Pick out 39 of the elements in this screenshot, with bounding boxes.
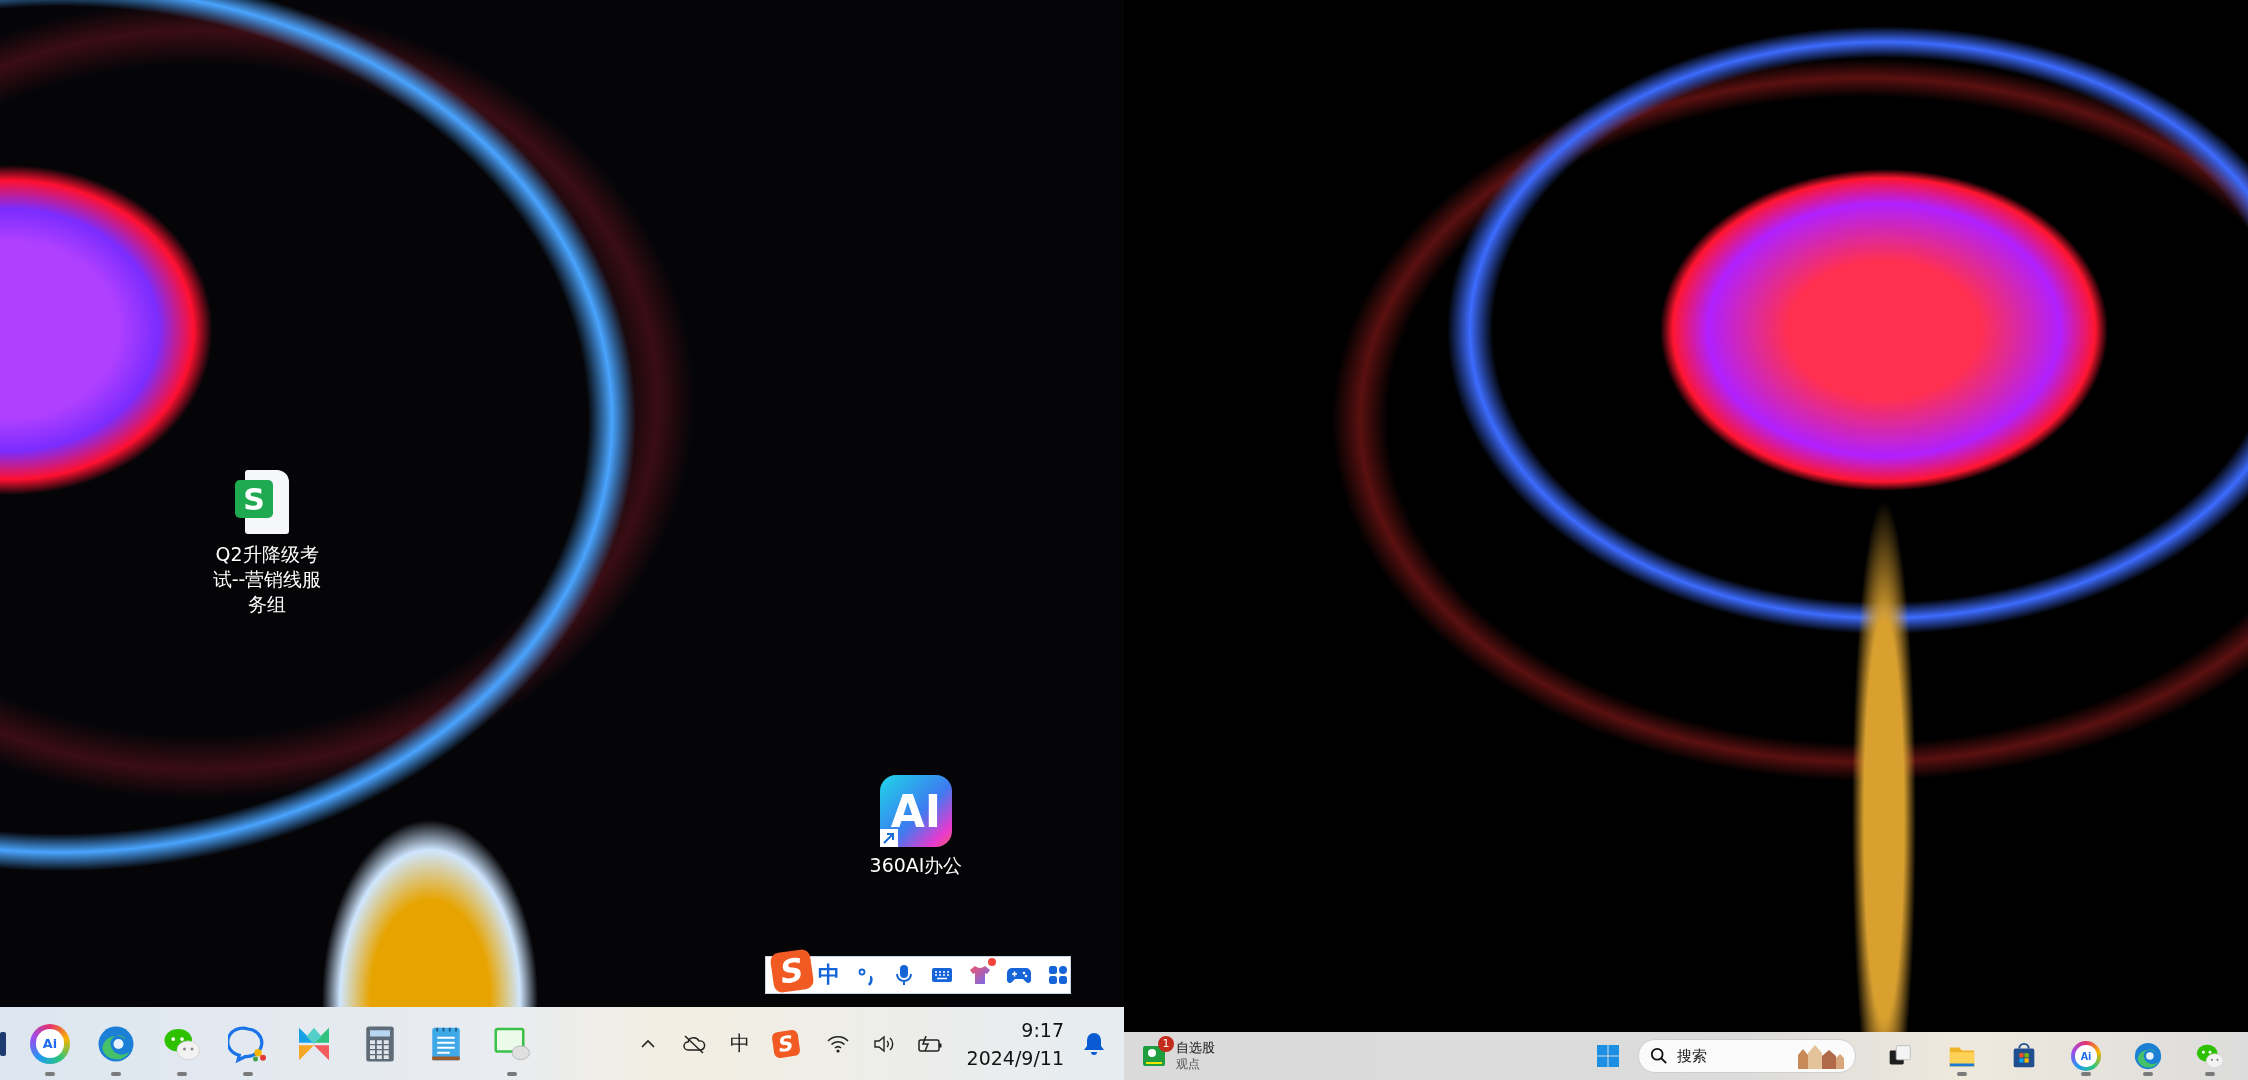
sogou-logo: S — [769, 948, 815, 994]
ai-logo: Ai — [2071, 1041, 2101, 1071]
grid-icon[interactable] — [1046, 963, 1070, 987]
taskbar-app-button[interactable]: Ai — [2058, 1032, 2114, 1080]
widget-subtitle: 观点 — [1176, 1056, 1200, 1072]
running-indicator — [111, 1072, 121, 1076]
notification-badge: 1 — [1158, 1036, 1174, 1052]
search-icon — [1650, 1047, 1668, 1065]
sogou-logo: S — [770, 1028, 801, 1059]
clock-time: 9:17 — [1021, 1017, 1064, 1043]
input-method-indicator[interactable]: 中 — [716, 1023, 763, 1064]
village-drawing — [1796, 1043, 1844, 1069]
speaker-icon[interactable] — [871, 1033, 896, 1054]
t-shirt-icon[interactable] — [968, 963, 992, 987]
ai-logo: Ai — [30, 1023, 70, 1064]
bell-icon[interactable] — [1082, 1030, 1106, 1057]
desktop-icon-label[interactable]: Q2升降级考试--营销线服务组 — [212, 542, 322, 617]
cloud-off-icon[interactable] — [680, 1033, 707, 1054]
edge-browser-icon — [2133, 1041, 2163, 1071]
taskbar-app-button[interactable]: Ai — [22, 1007, 78, 1080]
clock-date: 2024/9/11 — [966, 1045, 1064, 1071]
running-indicator — [1957, 1072, 1967, 1076]
input-mode-toggle[interactable]: 中 — [818, 960, 840, 990]
running-indicator — [2205, 1072, 2215, 1076]
running-indicator — [177, 1072, 187, 1076]
desktop-icon-label[interactable]: 360AI办公 — [869, 853, 963, 878]
battery-icon[interactable] — [915, 1033, 944, 1054]
running-indicator — [2143, 1072, 2153, 1076]
wifi-icon[interactable] — [825, 1033, 850, 1054]
running-indicator — [2081, 1072, 2091, 1076]
running-indicator — [243, 1072, 253, 1076]
running-indicator — [45, 1072, 55, 1076]
windows-logo-icon — [1596, 1044, 1620, 1068]
clock-button[interactable]: 9:17 2024/9/11 — [952, 1015, 1074, 1072]
widgets-button[interactable]: 1 自选股 观点 — [1138, 1033, 1225, 1079]
widget-title: 自选股 — [1176, 1040, 1215, 1056]
running-indicator — [507, 1072, 517, 1076]
chat-bubble-icon — [228, 1023, 268, 1064]
ai-app-logo: AI — [880, 775, 952, 847]
